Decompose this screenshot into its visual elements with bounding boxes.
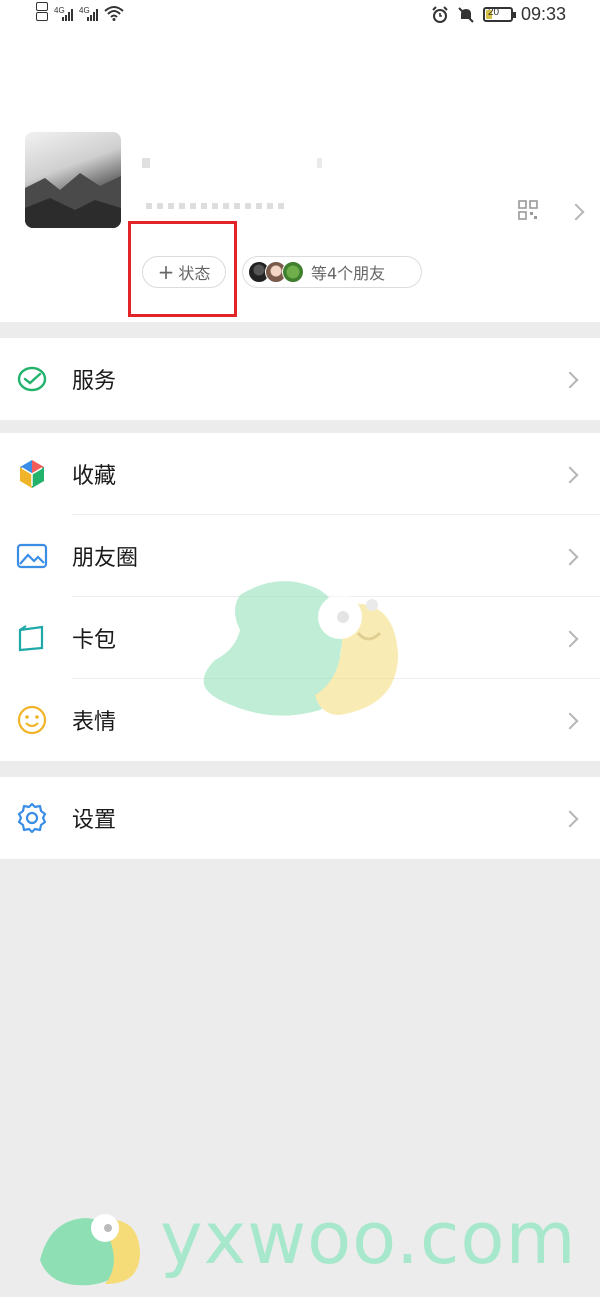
avatar-landscape [25,173,121,228]
friend-avatars [248,261,304,283]
qr-code-icon[interactable] [518,200,538,220]
sim-icon [36,2,48,21]
wallet-icon [18,625,44,652]
menu-label: 设置 [72,808,117,833]
chevron-right-icon [561,630,579,648]
menu-label: 表情 [72,710,117,735]
chevron-right-icon [561,810,579,828]
menu-label: 收藏 [72,464,117,489]
photo-icon [16,543,48,569]
cube-icon [20,460,44,488]
status-bar: 4G 4G 20 09:33 [0,0,600,30]
watermark-mascot [203,581,398,716]
alarm-icon [432,5,448,23]
mute-icon [458,6,474,23]
wechat-id-placeholder [146,203,286,209]
nickname-placeholder [142,158,322,168]
menu-item-favorites[interactable]: 收藏 [0,433,600,515]
signal-icon: 4G [54,6,73,21]
highlight-box [128,221,237,317]
wifi-icon [104,6,124,21]
avatar[interactable] [25,132,121,228]
services-section: 服务 [0,338,600,420]
menu-label: 服务 [72,369,117,394]
smiley-icon [17,705,47,735]
menu-label: 卡包 [72,628,117,653]
friends-label: 等4个朋友 [311,264,386,283]
chevron-right-icon [561,371,579,389]
battery-icon: 20 [482,7,516,22]
chevron-right-icon [567,203,585,221]
chevron-right-icon [561,548,579,566]
watermark-text: yxwoo.com [160,1196,577,1280]
chevron-right-icon [561,466,579,484]
friends-status-button[interactable]: 等4个朋友 [242,256,422,288]
friend-avatar [282,261,304,283]
profile-header[interactable]: + 状态 等4个朋友 [0,30,600,322]
settings-section: 设置 [0,777,600,859]
signal-icon-2: 4G [79,6,98,21]
gear-icon [17,802,47,834]
menu-item-services[interactable]: 服务 [0,338,600,420]
menu-label: 朋友圈 [72,546,139,571]
menu-item-settings[interactable]: 设置 [0,777,600,859]
status-bar-right: 20 09:33 [431,4,566,25]
wechat-pay-icon [17,366,47,392]
status-bar-left: 4G 4G [36,2,124,21]
clock: 09:33 [520,4,566,24]
chevron-right-icon [561,712,579,730]
